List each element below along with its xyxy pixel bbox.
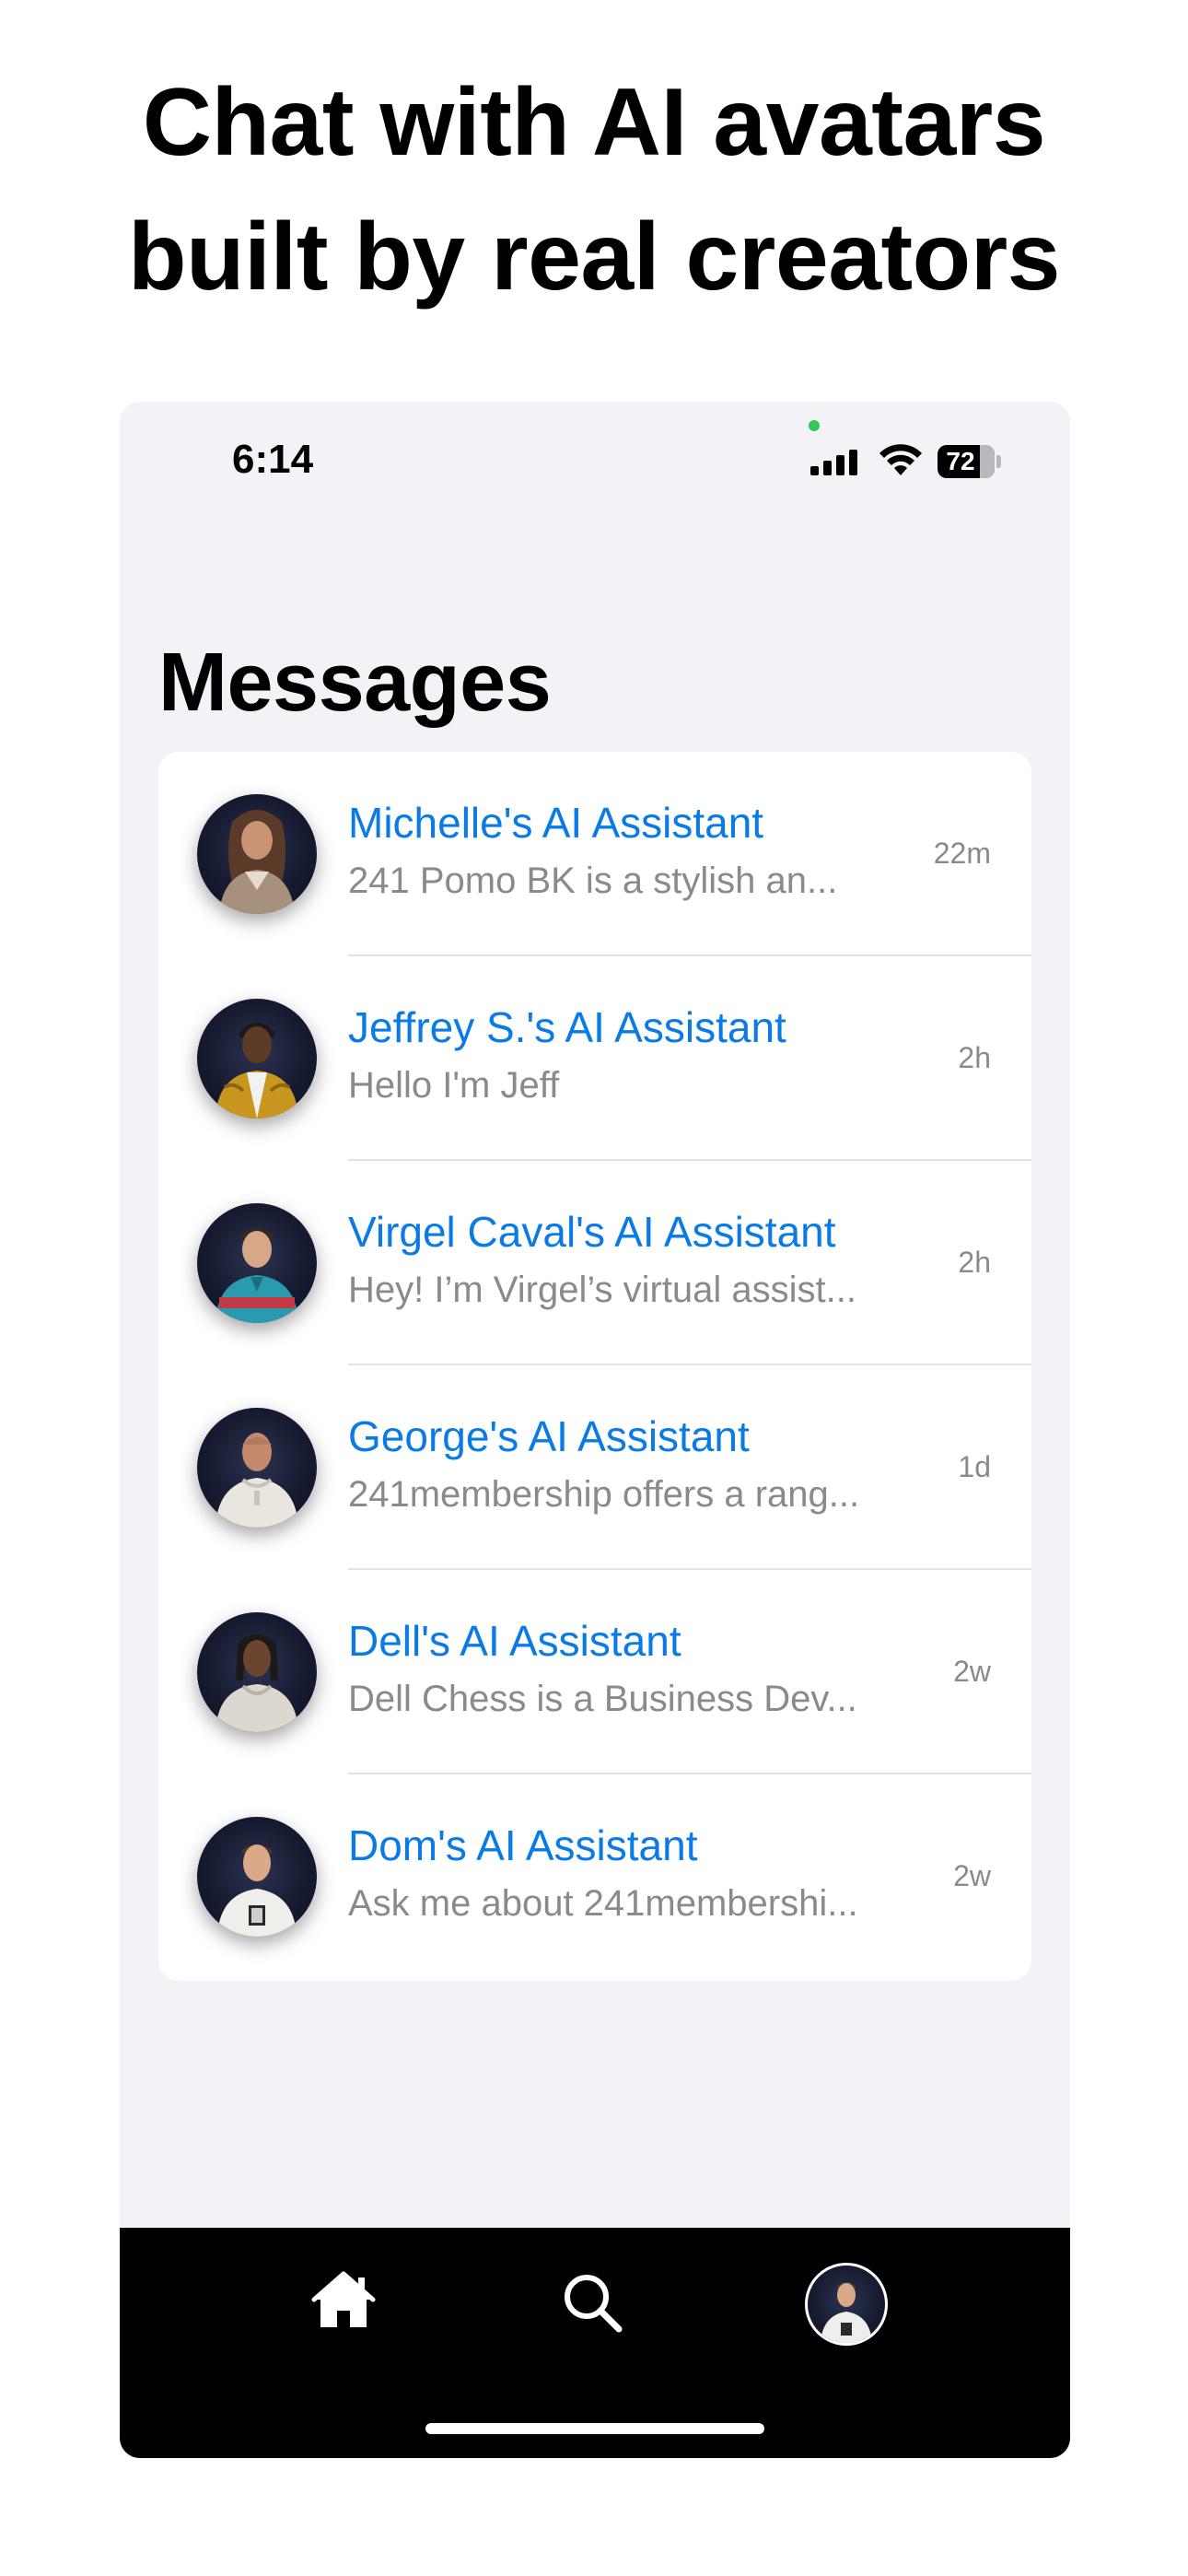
conversation-name: Michelle's AI Assistant bbox=[348, 799, 764, 847]
conversation-row[interactable]: Virgel Caval's AI Assistant Hey! I’m Vir… bbox=[158, 1161, 1031, 1365]
conversation-name: Dell's AI Assistant bbox=[348, 1617, 681, 1665]
page-title: Messages bbox=[158, 637, 552, 729]
battery-icon: 72 bbox=[938, 445, 995, 478]
conversation-time: 22m bbox=[933, 837, 991, 870]
status-bar: 6:14 72 bbox=[120, 402, 1070, 512]
conversation-preview: Ask me about 241membershi... bbox=[348, 1883, 858, 1924]
conversation-row[interactable]: Dom's AI Assistant Ask me about 241membe… bbox=[158, 1774, 1031, 1979]
headline-line-2: built by real creators bbox=[127, 204, 1061, 310]
battery-percentage: 72 bbox=[946, 447, 975, 475]
profile-avatar[interactable] bbox=[805, 2263, 888, 2346]
battery-tip bbox=[996, 455, 1001, 468]
conversation-time: 2h bbox=[958, 1041, 991, 1074]
conversation-time: 2w bbox=[953, 1859, 991, 1892]
conversation-preview: 241membership offers a rang... bbox=[348, 1474, 860, 1515]
conversation-preview: Dell Chess is a Business Dev... bbox=[348, 1679, 857, 1719]
avatar-dom bbox=[197, 1817, 317, 1937]
conversation-name: George's AI Assistant bbox=[348, 1412, 750, 1460]
conversation-row[interactable]: Jeffrey S.'s AI Assistant Hello I'm Jeff… bbox=[158, 956, 1031, 1161]
avatar-george bbox=[197, 1408, 317, 1528]
headline: Chat with AI avatars built by real creat… bbox=[0, 55, 1188, 324]
conversation-row[interactable]: Dell's AI Assistant Dell Chess is a Busi… bbox=[158, 1570, 1031, 1774]
conversation-time: 2w bbox=[953, 1655, 991, 1688]
phone-screen: 6:14 72 Messages Michelle's AI Assistant… bbox=[120, 402, 1070, 2458]
status-time: 6:14 bbox=[232, 437, 314, 482]
avatar-dell bbox=[197, 1612, 317, 1732]
wifi-icon bbox=[879, 444, 922, 475]
conversation-name: Jeffrey S.'s AI Assistant bbox=[348, 1003, 786, 1051]
home-indicator bbox=[425, 2423, 764, 2434]
conversation-time: 1d bbox=[958, 1450, 991, 1483]
conversation-name: Virgel Caval's AI Assistant bbox=[348, 1208, 836, 1256]
tab-bar bbox=[120, 2228, 1070, 2458]
conversation-preview: 241 Pomo BK is a stylish an... bbox=[348, 861, 838, 901]
search-icon[interactable] bbox=[562, 2272, 623, 2333]
conversation-time: 2h bbox=[958, 1246, 991, 1279]
cellular-signal-icon bbox=[810, 450, 857, 475]
avatar-virgel bbox=[197, 1203, 317, 1323]
conversation-preview: Hello I'm Jeff bbox=[348, 1065, 560, 1106]
conversation-list: Michelle's AI Assistant 241 Pomo BK is a… bbox=[158, 752, 1031, 1981]
avatar-michelle bbox=[197, 794, 317, 914]
conversation-name: Dom's AI Assistant bbox=[348, 1821, 698, 1869]
conversation-row[interactable]: Michelle's AI Assistant 241 Pomo BK is a… bbox=[158, 752, 1031, 956]
conversation-preview: Hey! I’m Virgel’s virtual assist... bbox=[348, 1270, 857, 1310]
conversation-row[interactable]: George's AI Assistant 241membership offe… bbox=[158, 1365, 1031, 1570]
avatar-jeffrey bbox=[197, 999, 317, 1118]
home-icon[interactable] bbox=[311, 2270, 376, 2329]
headline-line-1: Chat with AI avatars bbox=[142, 69, 1046, 176]
camera-indicator-dot bbox=[809, 420, 820, 431]
